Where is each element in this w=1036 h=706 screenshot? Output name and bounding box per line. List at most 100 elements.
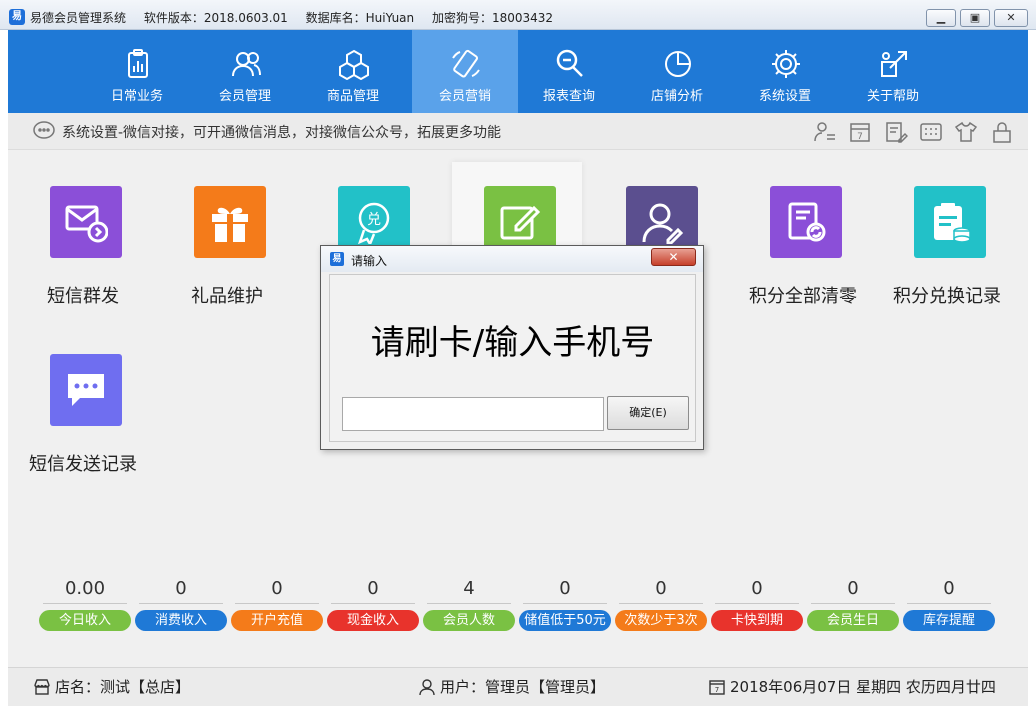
- window-title: 易德会员管理系统 软件版本：2018.0603.01 数据库名：HuiYuan …: [30, 9, 567, 26]
- tile-icon-box: [50, 354, 122, 426]
- window-titlebar: 易 易德会员管理系统 软件版本：2018.0603.01 数据库名：HuiYua…: [0, 0, 1036, 30]
- help-icon: [881, 51, 907, 77]
- stat-label: 消费收入: [135, 610, 227, 631]
- minimize-button[interactable]: ▁: [926, 9, 956, 27]
- stat-value: 0: [811, 578, 895, 604]
- tile-label: 积分兑换记录: [893, 286, 1001, 307]
- tile-sms-broadcast[interactable]: 短信群发: [18, 150, 148, 307]
- dialog-body: 请刷卡/输入手机号 确定(E): [329, 274, 696, 442]
- store-icon: [34, 678, 50, 695]
- info-message[interactable]: 系统设置-微信对接，可开通微信消息，对接微信公众号，拓展更多功能: [62, 122, 501, 142]
- calendar-icon[interactable]: 7: [848, 120, 872, 144]
- minimize-icon: ▁: [936, 11, 946, 24]
- stat-value: 0: [619, 578, 703, 604]
- nav-report-query[interactable]: 报表查询: [516, 30, 622, 113]
- nav-daily-business[interactable]: 日常业务: [84, 30, 190, 113]
- nav-label: 会员管理: [218, 89, 271, 104]
- pie-chart-icon: [665, 51, 691, 77]
- nav-member-management[interactable]: 会员管理: [192, 30, 298, 113]
- app-logo-icon: 易: [9, 9, 25, 25]
- stat-member-count[interactable]: 4 会员人数: [423, 578, 515, 631]
- dongle-info: 加密狗号：18003432: [431, 11, 554, 25]
- chat-bubble-icon: [33, 121, 55, 139]
- tile-icon-box: [770, 186, 842, 258]
- nav-label: 店铺分析: [650, 89, 703, 104]
- nav-label: 日常业务: [110, 89, 163, 104]
- status-user: 用户：管理员【管理员】: [418, 676, 605, 697]
- stat-consumption-income[interactable]: 0 消费收入: [135, 578, 227, 631]
- svg-text:7: 7: [857, 132, 863, 142]
- status-bar: 店名：测试【总店】 用户：管理员【管理员】 7 2018年06月07日 星期四 …: [8, 667, 1028, 706]
- tile-icon-box: [194, 186, 266, 258]
- user-list-icon[interactable]: [813, 120, 837, 144]
- stat-label: 今日收入: [39, 610, 131, 631]
- shirt-icon[interactable]: [954, 120, 978, 144]
- close-button[interactable]: ✕: [994, 9, 1028, 27]
- user-edit-icon: [642, 203, 684, 244]
- calendar-icon: 7: [709, 679, 725, 695]
- stat-value: 0: [235, 578, 319, 604]
- stat-stock-alert[interactable]: 0 库存提醒: [903, 578, 995, 631]
- stat-low-balance[interactable]: 0 储值低于50元: [519, 578, 611, 631]
- confirm-button[interactable]: 确定(E): [607, 396, 689, 430]
- stat-label: 会员人数: [423, 610, 515, 631]
- close-icon: ✕: [668, 250, 679, 264]
- status-date: 7 2018年06月07日 星期四 农历四月廿四: [708, 676, 996, 697]
- lock-icon[interactable]: [990, 120, 1014, 144]
- nav-about-help[interactable]: 关于帮助: [840, 30, 946, 113]
- info-bar: 系统设置-微信对接，可开通微信消息，对接微信公众号，拓展更多功能 7: [8, 113, 1028, 150]
- dialog-title: 请输入: [351, 254, 388, 268]
- users-icon: [232, 52, 261, 77]
- dialog-titlebar: 易 请输入 ✕: [321, 246, 703, 272]
- clipboard-chart-icon: [128, 49, 148, 78]
- store-name: 店名：测试【总店】: [55, 678, 191, 696]
- nav-store-analysis[interactable]: 店铺分析: [624, 30, 730, 113]
- edit-icon: [500, 205, 541, 240]
- tile-exchange-records[interactable]: 积分兑换记录: [882, 150, 1012, 307]
- tile-sms-records[interactable]: 短信发送记录: [18, 318, 148, 475]
- dialog-close-button[interactable]: ✕: [651, 248, 696, 266]
- stat-member-birthday[interactable]: 0 会员生日: [807, 578, 899, 631]
- stat-card-expiring[interactable]: 0 卡快到期: [711, 578, 803, 631]
- boxes-icon: [339, 49, 369, 80]
- stat-low-visits[interactable]: 0 次数少于3次: [615, 578, 707, 631]
- app-logo-icon: 易: [330, 252, 344, 266]
- stat-value: 0: [331, 578, 415, 604]
- tile-label: 短信发送记录: [29, 454, 137, 475]
- close-icon: ✕: [1006, 11, 1016, 24]
- stat-value: 0: [523, 578, 607, 604]
- user-icon: [419, 678, 435, 695]
- phone-icon: [452, 49, 480, 78]
- nav-label: 报表查询: [542, 89, 595, 104]
- stat-label: 现金收入: [327, 610, 419, 631]
- tile-clear-all-points[interactable]: 积分全部清零: [738, 150, 868, 307]
- stat-value: 0: [907, 578, 991, 604]
- maximize-button[interactable]: ▣: [960, 9, 990, 27]
- user-name: 用户：管理员【管理员】: [440, 678, 606, 696]
- nav-label: 系统设置: [758, 89, 811, 104]
- edit-list-icon[interactable]: [884, 120, 908, 144]
- version-info: 软件版本：2018.0603.01: [143, 11, 288, 25]
- card-phone-input[interactable]: [342, 397, 604, 431]
- stat-label: 库存提醒: [903, 610, 995, 631]
- svg-text:7: 7: [715, 686, 719, 694]
- dialog-prompt: 请刷卡/输入手机号: [370, 323, 655, 363]
- input-dialog: 易 请输入 ✕ 请刷卡/输入手机号 确定(E): [320, 245, 704, 450]
- stat-account-recharge[interactable]: 0 开户充值: [231, 578, 323, 631]
- nav-product-management[interactable]: 商品管理: [300, 30, 406, 113]
- stat-label: 开户充值: [231, 610, 323, 631]
- magnifier-icon: [556, 49, 583, 77]
- stat-label: 会员生日: [807, 610, 899, 631]
- keypad-icon[interactable]: [919, 120, 943, 144]
- nav-system-settings[interactable]: 系统设置: [732, 30, 838, 113]
- app-name: 易德会员管理系统: [30, 11, 127, 25]
- stat-cash-income[interactable]: 0 现金收入: [327, 578, 419, 631]
- nav-member-marketing[interactable]: 会员营销: [412, 30, 518, 113]
- stat-label: 卡快到期: [711, 610, 803, 631]
- stat-label: 次数少于3次: [615, 610, 707, 631]
- tile-gift-maintenance[interactable]: 礼品维护: [162, 150, 292, 307]
- nav-label: 商品管理: [326, 89, 379, 104]
- stat-today-income[interactable]: 0.00 今日收入: [39, 578, 131, 631]
- nav-label: 会员营销: [438, 89, 491, 104]
- message-icon: [68, 374, 104, 406]
